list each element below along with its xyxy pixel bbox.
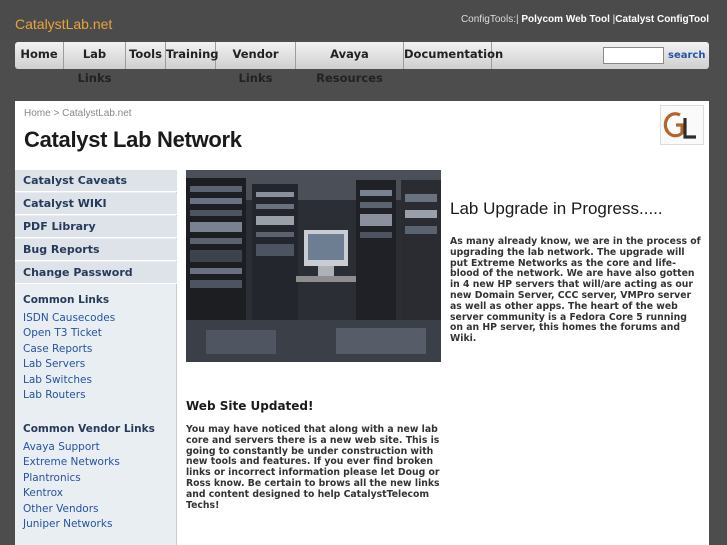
- sidebar: Catalyst Caveats Catalyst WIKI PDF Libra…: [15, 170, 177, 545]
- server-racks-photo: [186, 170, 441, 362]
- link-juniper-networks[interactable]: Juniper Networks: [23, 518, 112, 530]
- link-extreme-networks[interactable]: Extreme Networks: [23, 456, 120, 468]
- nav-documentation[interactable]: Documentation: [404, 42, 503, 69]
- config-tools-label: ConfigTools:|: [460, 14, 519, 25]
- page-title: Catalyst Lab Network: [24, 127, 242, 152]
- breadcrumb-current: CatalystLab.net: [62, 108, 132, 119]
- link-lab-routers[interactable]: Lab Routers: [23, 389, 86, 401]
- catalyst-configtool-link[interactable]: Catalyst ConfigTool: [615, 14, 709, 25]
- link-plantronics[interactable]: Plantronics: [23, 472, 81, 484]
- sidebar-item-pdf-library[interactable]: PDF Library: [15, 216, 177, 238]
- web-site-updated-heading: Web Site Updated!: [186, 399, 314, 413]
- nav-training[interactable]: Training: [166, 42, 219, 69]
- breadcrumb-home-link[interactable]: Home: [24, 108, 51, 119]
- gl-logo-icon: [660, 105, 704, 145]
- common-vendor-links-heading: Common Vendor Links: [23, 423, 155, 435]
- link-kentrox[interactable]: Kentrox: [23, 487, 63, 499]
- link-case-reports[interactable]: Case Reports: [23, 343, 92, 355]
- link-open-t3-ticket[interactable]: Open T3 Ticket: [23, 327, 102, 339]
- polycom-web-tool-link[interactable]: Polycom Web Tool: [521, 14, 610, 25]
- nav-avaya-resources[interactable]: Avaya Resources: [296, 42, 404, 85]
- content-area: Home > CatalystLab.net Catalyst Lab Netw…: [15, 101, 709, 545]
- link-other-vendors[interactable]: Other Vendors: [23, 503, 99, 515]
- link-lab-servers[interactable]: Lab Servers: [23, 358, 85, 370]
- nav-home[interactable]: Home: [15, 42, 64, 69]
- link-avaya-support[interactable]: Avaya Support: [23, 441, 100, 453]
- sidebar-item-change-password[interactable]: Change Password: [15, 262, 177, 284]
- sidebar-item-catalyst-wiki[interactable]: Catalyst WIKI: [15, 193, 177, 215]
- sidebar-item-catalyst-caveats[interactable]: Catalyst Caveats: [15, 170, 177, 192]
- breadcrumb-separator: >: [50, 108, 63, 119]
- nav-vendor-links[interactable]: Vendor Links: [216, 42, 296, 85]
- common-links-heading: Common Links: [23, 294, 110, 306]
- web-site-updated-text: You may have noticed that along with a n…: [186, 424, 440, 511]
- search-button[interactable]: search: [668, 50, 705, 61]
- site-logo[interactable]: CatalystLab.net: [15, 16, 112, 32]
- main-navigation: Home Lab Links Tools Training Vendor Lin…: [15, 42, 709, 85]
- nav-tools[interactable]: Tools: [126, 42, 166, 69]
- nav-lab-links[interactable]: Lab Links: [64, 42, 126, 85]
- lab-upgrade-heading: Lab Upgrade in Progress.....: [450, 199, 663, 218]
- breadcrumb: Home > CatalystLab.net: [24, 108, 132, 119]
- sidebar-item-bug-reports[interactable]: Bug Reports: [15, 239, 177, 261]
- link-lab-switches[interactable]: Lab Switches: [23, 374, 92, 386]
- search-input[interactable]: [603, 47, 664, 64]
- link-isdn-causecodes[interactable]: ISDN Causecodes: [23, 312, 115, 324]
- config-tools-bar: ConfigTools:| Polycom Web Tool |Catalyst…: [461, 14, 709, 25]
- lab-upgrade-text: As many already know, we are in the proc…: [450, 236, 701, 345]
- top-bar: CatalystLab.net ConfigTools:| Polycom We…: [0, 0, 727, 40]
